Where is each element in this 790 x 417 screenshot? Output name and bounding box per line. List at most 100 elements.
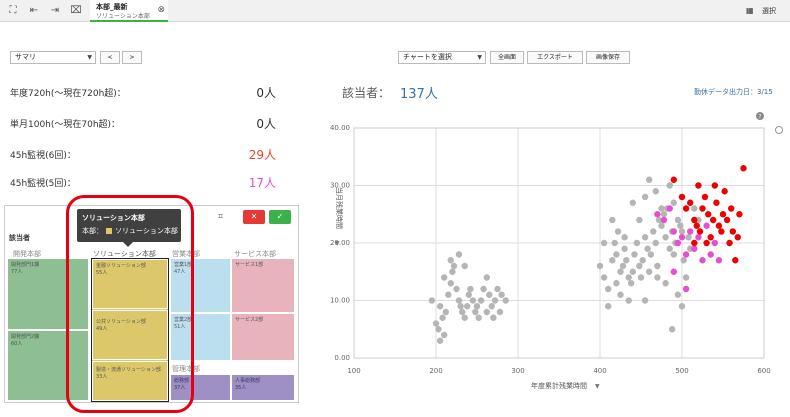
export-button[interactable]: エクスポート [527,51,583,64]
scatter-point [450,262,458,270]
scatter-point [687,199,694,206]
scatter-point [447,280,454,287]
scatter-point [660,216,668,224]
scatter-point [666,182,673,189]
chart-select-dropdown[interactable]: チャートを選択 ▼ [398,51,486,64]
scatter-point [621,245,628,252]
scatter-point [447,257,454,264]
scatter-point [614,228,622,235]
scatter-point [435,326,442,333]
scatter-point [701,193,709,201]
scatter-point [449,268,456,275]
scatter-point [455,251,463,258]
kpi-value-annual: 0人 [256,86,276,100]
scatter-point [491,297,499,304]
scatter-point [623,257,630,264]
scatter-point [713,199,720,206]
scatter-point [695,182,702,189]
scatter-point [644,245,651,252]
scatter-point [472,308,479,316]
scatter-point [639,257,646,264]
help-icon-glyph: ? [758,114,761,121]
cell-count: 35人 [235,385,247,391]
sheet-tab-subtitle: ソリューション本部 [96,13,150,20]
prev-button[interactable]: < [100,51,120,64]
summary-dropdown[interactable]: サマリ ▼ [10,51,96,64]
step-forward-icon[interactable]: ⇥ [48,4,62,18]
scatter-point [488,303,495,310]
scatter-point [621,234,628,241]
scatter-point [457,303,464,310]
scatter-point [674,291,682,298]
scatter-point [636,216,643,224]
scatter-point [483,274,491,281]
scatter-point [469,297,477,304]
scatter-point [703,239,710,247]
scatter-point [691,239,698,247]
treemap-cell-service-2[interactable]: サービス2部 [231,313,295,361]
scatter-point [641,234,649,241]
next-button[interactable]: > [122,51,142,64]
save-image-button[interactable]: 画像保存 [586,51,630,64]
scatter-point [436,337,444,344]
kpi-value-45h-5: 17人 [248,176,276,190]
scatter-point [646,176,653,183]
output-date: 勤休データ出力日：3/15 [694,88,773,96]
x-tick-label: 300 [511,367,524,375]
sheet-tab[interactable]: 本部_最新 ソリューション本部 ⊗ [90,0,168,22]
scatter-point [693,222,700,229]
x-tick-label: 200 [429,367,442,375]
scatter-point [629,199,636,206]
scatter-point [715,257,723,264]
scatter-point [463,303,471,310]
scatter-point [707,251,714,258]
scatter-point [609,216,616,224]
kpi-value-monthly: 0人 [256,117,276,131]
scatter-point [441,331,448,339]
scatter-point [658,205,665,212]
cancel-selection-button[interactable]: ✕ [243,210,265,224]
confirm-selection-button[interactable]: ✓ [269,210,291,224]
lasso-icon[interactable]: ⌗ [218,212,223,222]
scatter-point [633,239,641,247]
grid-icon: ▦ [746,6,754,15]
chevron-down-icon: ▼ [477,54,482,61]
scatter-point [723,216,731,224]
scatter-point [682,285,690,293]
top-toolbar: ⛶ ⇤ ⇥ ⌧ 本部_最新 ソリューション本部 ⊗ ▦ 選択 [0,0,790,22]
x-tick-labels: 100 200 300 400 500 600 [347,367,770,375]
scatter-chart[interactable]: 0.0010.0020.0030.0040.00 100 200 300 400 500… [330,110,790,410]
zoom-select-icon[interactable]: ⛶ [6,4,20,18]
scatter-point [740,165,747,172]
treemap-cell-admin-2[interactable]: 人事総務部 35人 [231,374,295,401]
clear-selection-icon[interactable]: ⌧ [69,4,83,18]
scatter-point [678,234,686,241]
scatter-point [654,211,661,218]
scatter-point [453,285,460,293]
scatter-point [726,239,733,247]
chart-grid [353,127,765,359]
scatter-point [734,234,741,241]
scatter-point [627,280,635,287]
scatter-point [736,211,743,218]
fullscreen-button[interactable]: 全画面 [490,51,524,64]
scatter-point [695,234,702,241]
scatter-point [660,211,668,218]
x-tick-label: 400 [593,367,606,375]
scatter-point [709,216,717,224]
kpi-label-monthly: 単月100h(～現在70h超)： [10,120,121,130]
scatter-point [483,308,491,316]
scatter-point [732,257,739,264]
scatter-point [682,251,690,258]
select-button[interactable]: ▦ 選択 [746,3,790,19]
scatter-point [494,285,501,293]
chevron-down-icon: ▼ [87,54,92,61]
scatter-point [699,257,706,264]
scatter-point [467,285,474,293]
range-handle-knob [775,126,783,134]
treemap-cell-service-1[interactable]: サービス1部 [231,258,295,313]
scatter-point [678,228,686,235]
step-back-icon[interactable]: ⇤ [27,4,41,18]
scatter-point [707,234,714,241]
close-tab-icon[interactable]: ⊗ [157,5,165,15]
